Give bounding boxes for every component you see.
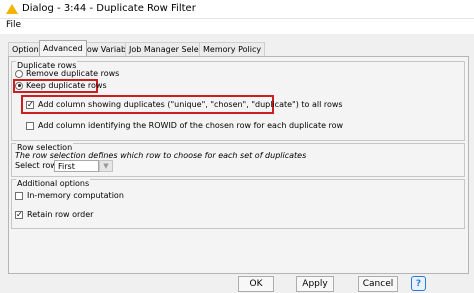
warning-triangle-icon xyxy=(6,4,18,14)
retain-order-option[interactable]: ✓ Retain row order xyxy=(15,210,93,219)
in-memory-label: In-memory computation xyxy=(27,191,124,200)
add-column-label: Add column showing duplicates ("unique",… xyxy=(38,100,343,109)
in-memory-option[interactable]: In-memory computation xyxy=(15,191,124,200)
select-row-value: First xyxy=(58,162,75,171)
additional-options-title: Additional options xyxy=(16,179,91,188)
menu-bar: File xyxy=(0,19,474,33)
dialog-content: Options Advanced Flow Variables Job Mana… xyxy=(0,34,474,293)
rowid-label: Add column identifying the ROWID of the … xyxy=(38,121,344,130)
add-column-option[interactable]: ✓ Add column showing duplicates ("unique… xyxy=(26,100,343,109)
apply-button[interactable]: Apply xyxy=(296,276,334,292)
add-column-checkbox[interactable]: ✓ xyxy=(26,100,34,109)
remove-duplicates-option[interactable]: Remove duplicate rows xyxy=(15,69,119,78)
menu-file[interactable]: File xyxy=(6,20,21,30)
ok-button[interactable]: OK xyxy=(238,276,274,292)
keep-duplicates-radio[interactable] xyxy=(15,81,23,90)
help-icon[interactable]: ? xyxy=(411,276,426,291)
select-row-label: Select row: xyxy=(15,161,60,170)
remove-duplicates-radio[interactable] xyxy=(15,69,23,78)
row-selection-description: The row selection defines which row to c… xyxy=(15,151,307,160)
retain-order-checkbox[interactable]: ✓ xyxy=(15,210,23,219)
window-title: Dialog - 3:44 - Duplicate Row Filter xyxy=(22,3,196,14)
select-row-dropdown[interactable]: First xyxy=(54,160,99,172)
advanced-panel: Duplicate rows Remove duplicate rows Kee… xyxy=(8,56,469,274)
keep-duplicates-option[interactable]: Keep duplicate rows xyxy=(15,81,107,90)
cancel-button[interactable]: Cancel xyxy=(358,276,398,292)
additional-options-group: Additional options xyxy=(11,179,465,229)
rowid-option[interactable]: Add column identifying the ROWID of the … xyxy=(26,121,343,130)
in-memory-checkbox[interactable] xyxy=(15,191,23,200)
remove-duplicates-label: Remove duplicate rows xyxy=(26,69,120,78)
chevron-down-icon[interactable]: ▼ xyxy=(99,160,113,172)
retain-order-label: Retain row order xyxy=(27,210,94,219)
keep-duplicates-label: Keep duplicate rows xyxy=(26,81,107,90)
rowid-checkbox[interactable] xyxy=(26,121,34,130)
title-bar: Dialog - 3:44 - Duplicate Row Filter xyxy=(0,0,474,19)
tab-advanced[interactable]: Advanced xyxy=(39,40,87,56)
tab-memory-policy[interactable]: Memory Policy xyxy=(199,42,266,56)
